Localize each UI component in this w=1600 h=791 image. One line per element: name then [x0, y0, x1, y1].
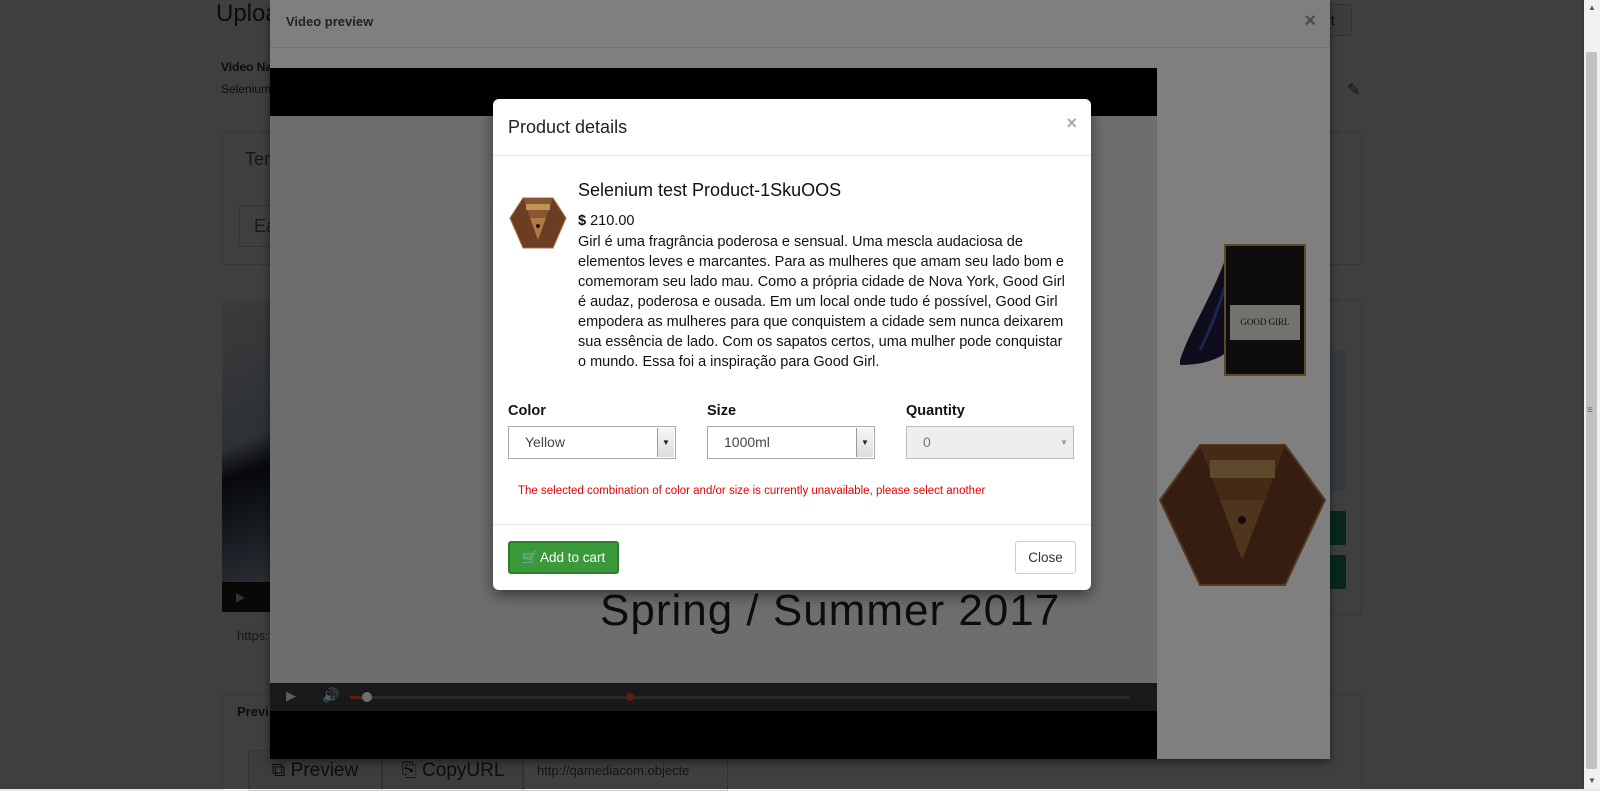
product-name: Selenium test Product-1SkuOOS — [578, 180, 842, 200]
size-label: Size — [707, 403, 737, 419]
size-select-value: 1000ml — [724, 434, 770, 450]
product-modal-footer: 🛒 Add to cart Close — [493, 524, 1091, 591]
product-description: Girl é uma fragrância poderosa e sensual… — [578, 234, 1065, 370]
color-select-value: Yellow — [525, 434, 565, 450]
cart-icon: 🛒 — [521, 550, 538, 565]
page-scrollbar[interactable]: ▲ ≡ ▼ — [1583, 0, 1600, 789]
quantity-label: Quantity — [906, 403, 965, 419]
close-button[interactable]: Close — [1015, 541, 1076, 574]
quantity-select-value: 0 — [923, 434, 931, 450]
scroll-down-arrow-icon[interactable]: ▼ — [1584, 773, 1600, 789]
dropdown-arrow-icon[interactable]: ▼ — [657, 428, 674, 457]
scroll-grip-icon: ≡ — [1587, 405, 1593, 416]
quantity-select: 0 ▼ — [906, 426, 1074, 459]
product-modal-title: Product details — [508, 117, 628, 137]
product-modal-close-icon[interactable]: × — [1066, 113, 1077, 134]
add-to-cart-button[interactable]: 🛒 Add to cart — [508, 541, 619, 574]
color-select[interactable]: Yellow ▼ — [508, 426, 676, 459]
dropdown-arrow-icon: ▼ — [1060, 438, 1068, 447]
scroll-up-arrow-icon[interactable]: ▲ — [1584, 0, 1600, 16]
dropdown-arrow-icon[interactable]: ▼ — [856, 428, 873, 457]
currency-symbol: $ — [578, 213, 587, 229]
product-details-modal: Product details × Selenium test Product-… — [493, 99, 1091, 590]
unavailable-error-message: The selected combination of color and/or… — [518, 485, 986, 497]
color-label: Color — [508, 403, 546, 419]
price-value: 210.00 — [590, 213, 635, 229]
size-select[interactable]: 1000ml ▼ — [707, 426, 875, 459]
add-to-cart-label: Add to cart — [539, 550, 606, 565]
product-thumbnail — [509, 197, 567, 249]
product-modal-header: Product details × — [493, 99, 1091, 156]
product-price: $ 210.00 — [578, 213, 634, 229]
